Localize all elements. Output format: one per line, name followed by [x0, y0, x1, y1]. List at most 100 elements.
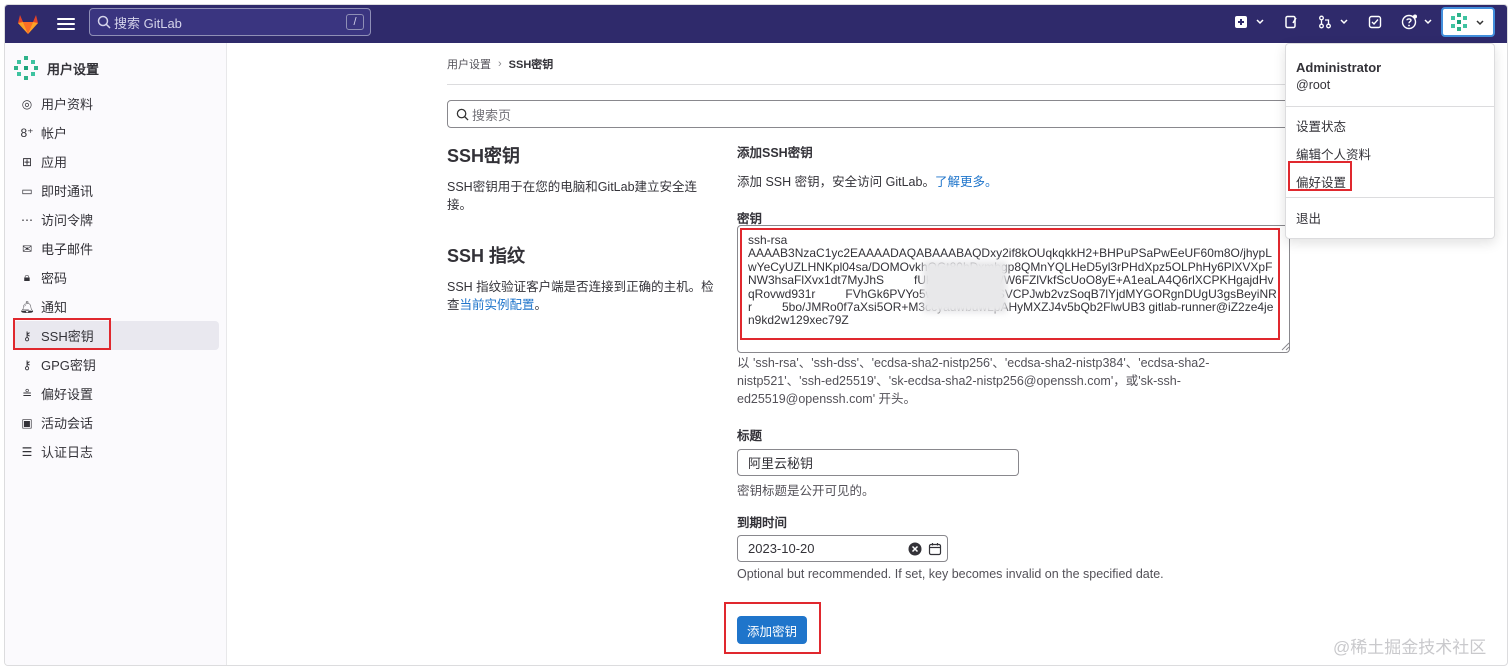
sidebar-item-auth-log[interactable]: ☰ 认证日志	[13, 437, 219, 466]
expiry-date-input[interactable]: 2023-10-20	[737, 535, 948, 562]
divider	[447, 84, 1292, 85]
gitlab-logo-icon[interactable]	[15, 11, 41, 37]
sidebar-item-label: GPG密钥	[41, 358, 96, 373]
sidebar-nav: ◎ 用户资料 8⁺ 帐户 ⊞ 应用 ▭ 即时通讯 ⋯ 访问令牌 ✉ 电子邮件 🔒︎ 密码 🔔︎…	[13, 89, 219, 466]
sidebar-header[interactable]: 用户设置	[13, 55, 99, 81]
sidebar-item-label: 通知	[41, 300, 68, 315]
expiry-hint: Optional but recommended. If set, key be…	[737, 567, 1164, 581]
section-title: SSH密钥	[447, 146, 521, 166]
sidebar-item-active-sessions[interactable]: ▣ 活动会话	[13, 408, 219, 437]
issues-icon	[1285, 15, 1297, 29]
chevron-right-icon: ›	[498, 58, 502, 70]
sidebar-item-preferences[interactable]: ≗ 偏好设置	[13, 379, 219, 408]
divider	[1286, 106, 1494, 107]
merge-requests-button[interactable]	[1315, 14, 1335, 34]
help-button[interactable]	[1399, 14, 1419, 34]
watermark: @稀土掘金技术社区	[1333, 638, 1487, 657]
account-icon: 8⁺	[20, 125, 34, 140]
breadcrumb-current[interactable]: SSH密钥	[509, 56, 554, 72]
settings-sidebar: 用户设置 ◎ 用户资料 8⁺ 帐户 ⊞ 应用 ▭ 即时通讯 ⋯ 访问令牌 ✉ 电子邮件 🔒︎…	[5, 43, 227, 665]
breadcrumb: 用户设置 › SSH密钥	[447, 56, 553, 72]
expiry-value: 2023-10-20	[748, 541, 815, 556]
form-heading: 添加SSH密钥	[737, 146, 813, 160]
resize-handle-icon[interactable]	[1280, 341, 1290, 351]
applications-icon: ⊞	[21, 154, 33, 169]
user-menu-button[interactable]	[1441, 7, 1495, 37]
fingerprint-description: SSH 指纹验证客户端是否连接到正确的主机。检查当前实例配置。	[447, 278, 717, 314]
sidebar-item-password[interactable]: 🔒︎ 密码	[13, 263, 219, 292]
preferences-icon: ≗	[21, 386, 33, 401]
plus-square-icon	[1235, 16, 1247, 28]
title-value: 阿里云秘钥	[748, 456, 814, 471]
chevron-down-icon[interactable]	[1255, 17, 1265, 27]
sidebar-item-label: 应用	[41, 155, 68, 170]
menu-item-sign-out[interactable]: 退出	[1296, 208, 1321, 227]
user-avatar-icon	[1451, 13, 1467, 31]
highlight-box	[1288, 161, 1352, 191]
mail-icon: ✉	[21, 241, 33, 256]
sidebar-item-label: 认证日志	[41, 445, 94, 460]
monitor-icon: ▣	[21, 415, 33, 430]
chevron-down-icon[interactable]	[1423, 17, 1433, 27]
menu-item-set-status[interactable]: 设置状态	[1296, 116, 1346, 135]
fingerprint-suffix: 。	[534, 298, 548, 312]
menu-toggle-button[interactable]	[57, 15, 75, 33]
divider	[1286, 197, 1494, 198]
user-avatar-icon	[14, 56, 38, 80]
chat-icon: ▭	[21, 183, 33, 198]
sidebar-item-label: 用户资料	[41, 97, 94, 112]
expiry-label: 到期时间	[737, 516, 788, 530]
page-search-placeholder: 搜索页	[472, 107, 512, 123]
profile-icon: ◎	[21, 96, 33, 111]
todos-button[interactable]	[1365, 14, 1385, 34]
issues-button[interactable]	[1281, 14, 1301, 34]
sidebar-item-label: 活动会话	[41, 416, 94, 431]
sidebar-item-label: 帐户	[41, 126, 68, 141]
fingerprint-title: SSH 指纹	[447, 246, 526, 266]
sidebar-item-gpg-keys[interactable]: ⚷ GPG密钥	[13, 350, 219, 379]
learn-more-link[interactable]: 了解更多。	[935, 175, 998, 189]
page-search-input[interactable]: 搜索页	[447, 100, 1292, 128]
add-key-form: 添加SSH密钥 添加 SSH 密钥，安全访问 GitLab。了解更多。 密钥	[737, 142, 1292, 227]
search-shortcut-badge: /	[346, 14, 364, 30]
search-placeholder: 搜索 GitLab	[114, 15, 182, 31]
top-navbar: 搜索 GitLab /	[5, 5, 1507, 43]
sidebar-title: 用户设置	[47, 61, 100, 77]
sidebar-item-label: 电子邮件	[41, 242, 94, 257]
title-input[interactable]: 阿里云秘钥	[737, 449, 1019, 476]
breadcrumb-parent[interactable]: 用户设置	[447, 56, 491, 72]
instance-config-link[interactable]: 当前实例配置	[460, 298, 535, 312]
sidebar-item-emails[interactable]: ✉ 电子邮件	[13, 234, 219, 263]
user-display-name[interactable]: Administrator	[1296, 60, 1381, 75]
title-hint: 密钥标题是公开可见的。	[737, 484, 875, 498]
sidebar-item-label: 密码	[41, 271, 68, 286]
user-handle: @root	[1296, 78, 1331, 92]
search-icon	[456, 108, 469, 121]
sidebar-item-notifications[interactable]: 🔔︎ 通知	[13, 292, 219, 321]
todo-check-icon	[1368, 15, 1382, 29]
highlight-box	[13, 318, 111, 350]
sidebar-item-chat[interactable]: ▭ 即时通讯	[13, 176, 219, 205]
sidebar-item-access-tokens[interactable]: ⋯ 访问令牌	[13, 205, 219, 234]
log-icon: ☰	[21, 444, 33, 459]
chevron-down-icon	[1476, 20, 1484, 26]
chevron-down-icon[interactable]	[1339, 17, 1349, 27]
sidebar-item-profile[interactable]: ◎ 用户资料	[13, 89, 219, 118]
title-label: 标题	[737, 429, 763, 443]
calendar-icon[interactable]	[928, 542, 942, 556]
sidebar-item-label: 偏好设置	[41, 387, 94, 402]
search-input[interactable]: 搜索 GitLab /	[89, 8, 371, 36]
key-icon: ⚷	[22, 357, 32, 372]
sidebar-item-label: 访问令牌	[41, 213, 94, 228]
user-dropdown-menu: Administrator @root 设置状态 编辑个人资料 偏好设置 退出	[1285, 43, 1495, 239]
clear-icon[interactable]	[908, 542, 922, 556]
app-window: 搜索 GitLab / 用户设置 ◎ 用户资料 8⁺ 帐户 ⊞ 应用 ▭ 即时通…	[4, 4, 1508, 666]
new-item-button[interactable]	[1231, 14, 1251, 34]
sidebar-item-label: 即时通讯	[41, 184, 94, 199]
sidebar-item-applications[interactable]: ⊞ 应用	[13, 147, 219, 176]
lock-icon: 🔒︎	[23, 270, 31, 284]
token-icon: ⋯	[21, 212, 33, 227]
sidebar-item-account[interactable]: 8⁺ 帐户	[13, 118, 219, 147]
key-format-hint: 以 'ssh-rsa'、'ssh-dss'、'ecdsa-sha2-nistp2…	[737, 356, 1210, 406]
highlight-box	[740, 228, 1280, 340]
